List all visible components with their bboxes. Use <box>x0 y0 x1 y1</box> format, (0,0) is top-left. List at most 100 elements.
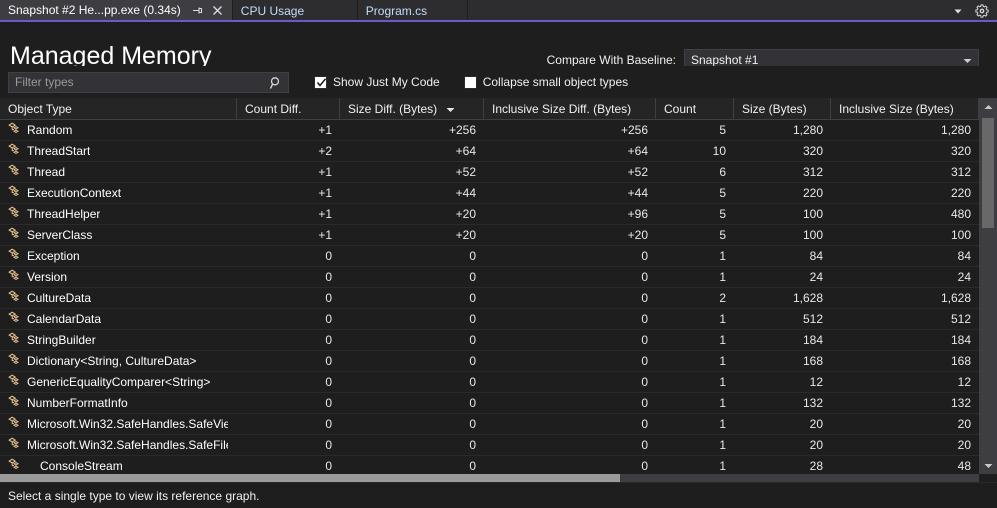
cell-incl-size: 320 <box>950 144 971 158</box>
column-header-count[interactable]: Count <box>656 98 734 119</box>
close-icon[interactable] <box>211 4 224 17</box>
tab-snapshot-2[interactable]: Snapshot #2 He...pp.exe (0.34s) <box>0 0 233 22</box>
cell-count: 1 <box>719 333 726 347</box>
vertical-scrollbar[interactable] <box>979 98 997 474</box>
cell-size: 100 <box>802 207 823 221</box>
table-row[interactable]: NumberFormatInfo 0 0 0 1 132 132 <box>0 393 979 414</box>
gear-icon[interactable] <box>975 4 989 18</box>
object-type-name: Version <box>27 270 68 284</box>
class-icon <box>8 164 22 181</box>
cell-count-diff: 0 <box>325 459 332 473</box>
cell-size: 24 <box>809 270 823 284</box>
cell-incl-size: 24 <box>957 270 971 284</box>
cell-size-diff: 0 <box>469 438 476 452</box>
cell-object-type: Microsoft.Win32.SafeHandles.SafeView <box>0 414 237 434</box>
object-type-name: ExecutionContext <box>27 186 122 200</box>
cell-size-diff: 0 <box>469 459 476 473</box>
cell-object-type: GenericEqualityComparer<String> <box>0 372 237 392</box>
cell-incl-size: 168 <box>950 354 971 368</box>
column-header-size-diff[interactable]: Size Diff. (Bytes) <box>340 98 484 119</box>
cell-incl-size-diff: +96 <box>627 207 648 221</box>
cell-size-diff: 0 <box>469 270 476 284</box>
cell-object-type: ThreadStart <box>0 141 237 161</box>
cell-count-diff: 0 <box>325 417 332 431</box>
cell-incl-size-diff: 0 <box>641 249 648 263</box>
table-row[interactable]: Dictionary<String, CultureData> 0 0 0 1 168 16… <box>0 351 979 372</box>
table-row[interactable]: Version 0 0 0 1 24 24 <box>0 267 979 288</box>
cell-count: 5 <box>719 186 726 200</box>
cell-count-diff: 0 <box>325 270 332 284</box>
horizontal-scrollbar-thumb[interactable] <box>0 474 620 482</box>
table-row[interactable]: Random +1 +256 +256 5 1,280 1,280 <box>0 120 979 141</box>
check-icon <box>316 77 327 91</box>
cell-count: 1 <box>719 312 726 326</box>
table-row[interactable]: Microsoft.Win32.SafeHandles.SafeFile 0 0 0 1… <box>0 435 979 456</box>
cell-object-type: Random <box>0 120 237 140</box>
caret-up-icon[interactable] <box>979 98 997 115</box>
cell-object-type: Version <box>0 267 237 287</box>
table-row[interactable]: ConsoleStream 0 0 0 1 28 48 <box>0 456 979 474</box>
table-row[interactable]: CalendarData 0 0 0 1 512 512 <box>0 309 979 330</box>
chevron-down-icon[interactable] <box>951 4 965 18</box>
cell-count: 2 <box>719 291 726 305</box>
cell-object-type: Thread <box>0 162 237 182</box>
cell-size-diff: +52 <box>455 165 476 179</box>
table-row[interactable]: Thread +1 +52 +52 6 312 312 <box>0 162 979 183</box>
cell-size-diff: 0 <box>469 291 476 305</box>
table-row[interactable]: CultureData 0 0 0 2 1,628 1,628 <box>0 288 979 309</box>
class-icon <box>8 311 22 328</box>
cell-incl-size: 84 <box>957 249 971 263</box>
tab-cpu-usage[interactable]: CPU Usage <box>232 0 358 22</box>
table-row[interactable]: ServerClass +1 +20 +20 5 100 100 <box>0 225 979 246</box>
cell-incl-size-diff: +20 <box>627 228 648 242</box>
cell-count-diff: 0 <box>325 333 332 347</box>
cell-size: 100 <box>802 228 823 242</box>
caret-down-icon[interactable] <box>979 457 997 474</box>
cell-size-diff: 0 <box>469 396 476 410</box>
horizontal-scrollbar[interactable] <box>0 474 979 482</box>
table-row[interactable]: GenericEqualityComparer<String> 0 0 0 1 12 12 <box>0 372 979 393</box>
column-header-label: Count Diff. <box>245 101 302 116</box>
table-row[interactable]: ThreadStart +2 +64 +64 10 320 320 <box>0 141 979 162</box>
cell-count: 1 <box>719 396 726 410</box>
cell-size: 84 <box>809 249 823 263</box>
column-header-size[interactable]: Size (Bytes) <box>734 98 831 119</box>
class-icon <box>8 416 22 433</box>
table-row[interactable]: Microsoft.Win32.SafeHandles.SafeView 0 0 0 1… <box>0 414 979 435</box>
cell-count-diff: +1 <box>318 165 332 179</box>
column-header-count-diff[interactable]: Count Diff. <box>237 98 340 119</box>
cell-object-type: Exception <box>0 246 237 266</box>
tab-strip: Snapshot #2 He...pp.exe (0.34s) CPU Usag… <box>0 0 997 22</box>
cell-incl-size-diff: 0 <box>641 270 648 284</box>
column-header-inclusive-size[interactable]: Inclusive Size (Bytes) <box>831 98 979 119</box>
cell-count: 6 <box>719 165 726 179</box>
status-bar: Select a single type to view its referen… <box>0 482 997 508</box>
filter-types-input[interactable] <box>9 72 288 92</box>
cell-incl-size-diff: 0 <box>641 375 648 389</box>
column-header-object-type[interactable]: Object Type <box>0 98 237 119</box>
cell-incl-size: 480 <box>950 207 971 221</box>
column-header-label: Inclusive Size Diff. (Bytes) <box>492 101 632 116</box>
pin-icon[interactable] <box>191 4 204 17</box>
filter-toolbar: Show Just My Code Collapse small object … <box>0 66 997 98</box>
table-row[interactable]: ExecutionContext +1 +44 +44 5 220 220 <box>0 183 979 204</box>
table-row[interactable]: ThreadHelper +1 +20 +96 5 100 480 <box>0 204 979 225</box>
column-header-inclusive-size-diff[interactable]: Inclusive Size Diff. (Bytes) <box>484 98 656 119</box>
cell-incl-size: 312 <box>950 165 971 179</box>
cell-size-diff: 0 <box>469 354 476 368</box>
tab-program-cs[interactable]: Program.cs <box>357 0 468 22</box>
show-just-my-code-checkbox[interactable]: Show Just My Code <box>314 75 440 89</box>
collapse-small-object-types-checkbox[interactable]: Collapse small object types <box>463 75 628 89</box>
cell-incl-size-diff: +64 <box>627 144 648 158</box>
table-row[interactable]: Exception 0 0 0 1 84 84 <box>0 246 979 267</box>
object-type-name: Exception <box>27 249 80 263</box>
search-icon[interactable] <box>269 76 283 95</box>
cell-count-diff: 0 <box>325 249 332 263</box>
cell-size-diff: +64 <box>455 144 476 158</box>
cell-incl-size: 220 <box>950 186 971 200</box>
vertical-scrollbar-thumb[interactable] <box>982 118 994 228</box>
table-row[interactable]: StringBuilder 0 0 0 1 184 184 <box>0 330 979 351</box>
class-icon <box>8 395 22 412</box>
object-type-name: ConsoleStream <box>40 459 123 473</box>
grid-body[interactable]: Random +1 +256 +256 5 1,280 1,280 ThreadStart +2… <box>0 120 979 474</box>
